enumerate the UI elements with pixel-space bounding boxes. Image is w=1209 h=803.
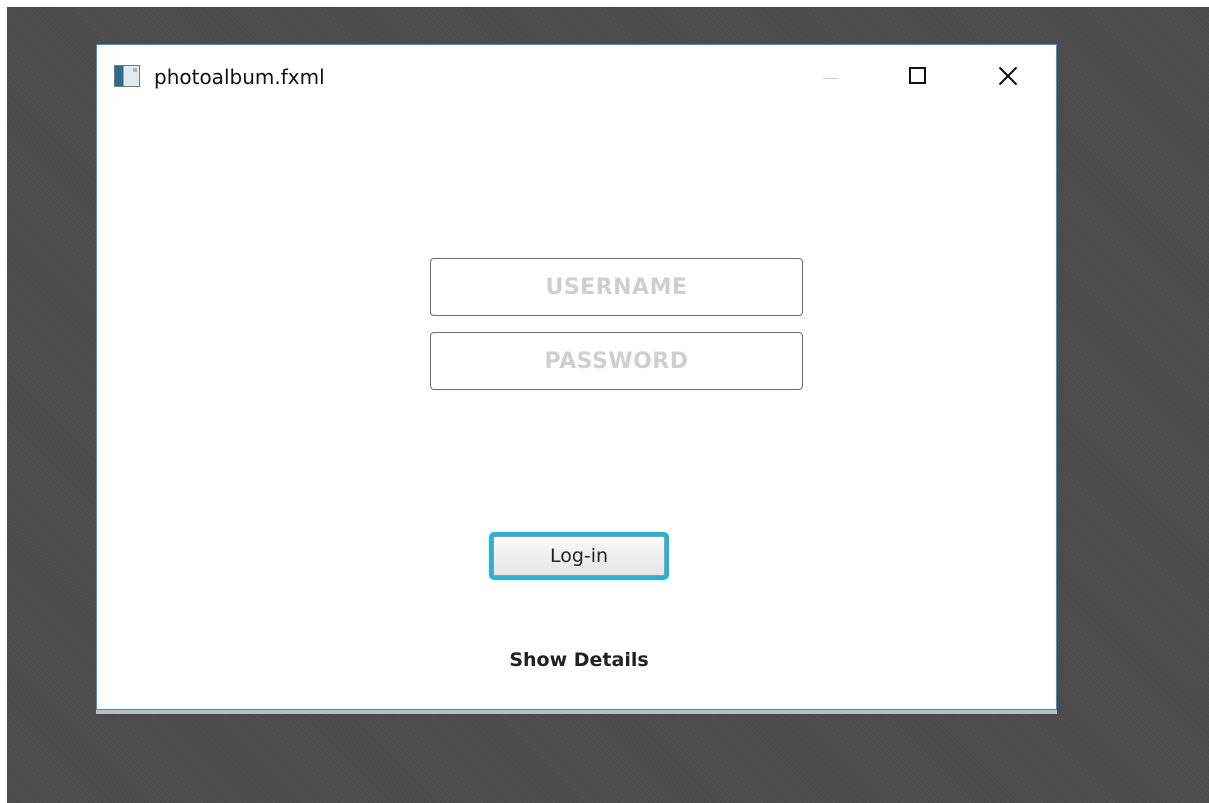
maximize-button[interactable] (896, 59, 942, 95)
close-button[interactable] (985, 59, 1031, 95)
window-title: photoalbum.fxml (154, 65, 325, 89)
close-icon (997, 65, 1019, 87)
password-input[interactable] (430, 332, 803, 390)
username-input[interactable] (430, 258, 803, 316)
login-button[interactable]: Log-in (489, 532, 669, 580)
title-bar[interactable]: photoalbum.fxml (97, 45, 1056, 107)
show-details-link[interactable]: Show Details (489, 649, 669, 671)
login-button-label: Log-in (493, 536, 665, 576)
minimize-button[interactable] (807, 59, 853, 95)
minimize-icon (823, 78, 838, 79)
app-icon (114, 65, 140, 87)
maximize-icon (909, 67, 926, 84)
app-window: photoalbum.fxml Log-in Show Details (96, 44, 1057, 710)
